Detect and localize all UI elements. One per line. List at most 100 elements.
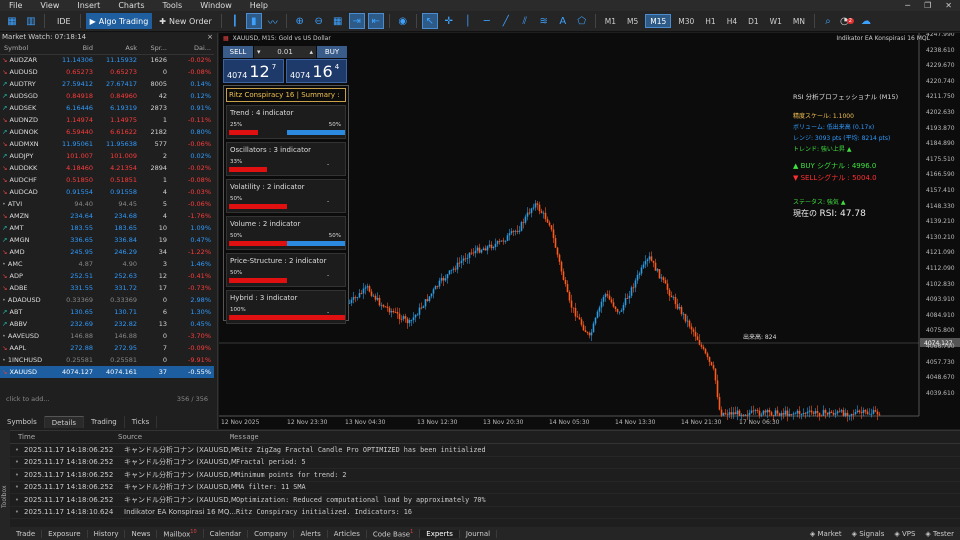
- toolbox-side-label[interactable]: Toolbox: [0, 430, 10, 540]
- table-row[interactable]: ↗ ABBV 232.69 232.82 13 0.45%: [0, 318, 214, 330]
- journal-row[interactable]: • 2025.11.17 14:18:06.252 キャンドル分析コナン (XAUU…: [10, 482, 960, 494]
- table-row[interactable]: ↗ AMT 183.55 183.65 10 1.09%: [0, 222, 214, 234]
- account-icon[interactable]: ☁: [858, 13, 874, 29]
- timeframe-h1[interactable]: H1: [701, 14, 719, 28]
- menu-tools[interactable]: Tools: [153, 1, 191, 10]
- menu-view[interactable]: View: [31, 1, 68, 10]
- chart-window[interactable]: 出来高: 824 4074.127 ▦ XAUUSD, M15: Gold vs U…: [219, 33, 960, 429]
- table-row[interactable]: ↘ AUDNZD 1.14974 1.14975 1 -0.11%: [0, 114, 214, 126]
- alerts-icon[interactable]: ◔ 2: [839, 13, 855, 29]
- table-row[interactable]: • AAVEUSD 146.88 146.88 0 -3.70%: [0, 330, 214, 342]
- chart-shift-icon[interactable]: ⇤: [367, 13, 384, 29]
- autoscroll-icon[interactable]: ⇥: [348, 13, 365, 29]
- lot-size-input[interactable]: ▾ 0.01 ▴: [254, 46, 316, 58]
- tab-trading[interactable]: Trading: [84, 416, 125, 428]
- restore-icon[interactable]: ❐: [924, 1, 931, 10]
- menu-charts[interactable]: Charts: [109, 1, 153, 10]
- vertical-line-icon[interactable]: │: [460, 13, 476, 29]
- column-symbol[interactable]: Symbol: [0, 43, 52, 55]
- tab-articles[interactable]: Articles: [328, 529, 367, 538]
- journal-row[interactable]: • 2025.11.17 14:18:06.252 キャンドル分析コナン (XAUU…: [10, 444, 960, 457]
- tab-ticks[interactable]: Ticks: [125, 416, 158, 428]
- timeframe-m30[interactable]: M30: [674, 14, 698, 28]
- tab-mailbox[interactable]: Mailbox10: [157, 528, 204, 539]
- bar-chart-icon[interactable]: ┃: [227, 13, 243, 29]
- table-row[interactable]: ↗ AUDJPY 101.007 101.009 2 0.02%: [0, 150, 214, 162]
- table-row[interactable]: ↘ AUDMXN 11.95061 11.95638 577 -0.06%: [0, 138, 214, 150]
- table-row[interactable]: ↗ ABT 130.65 130.71 6 1.30%: [0, 306, 214, 318]
- channel-icon[interactable]: ⫽: [517, 13, 533, 29]
- algo-trading-button[interactable]: ▶ Algo Trading: [85, 13, 153, 29]
- trend-line-icon[interactable]: ╱: [498, 13, 514, 29]
- chart-type-icon[interactable]: ▥: [23, 13, 39, 29]
- add-symbol-link[interactable]: click to add...: [6, 395, 50, 407]
- table-row[interactable]: ↗ AUDNOK 6.59440 6.61622 2182 0.80%: [0, 126, 214, 138]
- table-row[interactable]: ↗ AUDTRY 27.59412 27.67417 8005 0.14%: [0, 78, 214, 90]
- table-row[interactable]: ↘ AUDCAD 0.91554 0.91558 4 -0.03%: [0, 186, 214, 198]
- tab-experts[interactable]: Experts: [420, 529, 460, 538]
- journal-row[interactable]: • 2025.11.17 14:18:06.252 キャンドル分析コナン (XAUU…: [10, 494, 960, 507]
- crosshair-icon[interactable]: ✛: [441, 13, 457, 29]
- table-row[interactable]: ↘ AAPL 272.88 272.95 7 -0.09%: [0, 342, 214, 354]
- sell-button[interactable]: SELL: [223, 46, 253, 58]
- screenshot-icon[interactable]: ◉: [395, 13, 411, 29]
- close-icon[interactable]: ✕: [945, 1, 952, 10]
- timeframe-m15[interactable]: M15: [645, 14, 672, 28]
- tab-journal[interactable]: Journal: [460, 529, 498, 538]
- table-row[interactable]: ↘ AUDZAR 11.14306 11.15932 1626 -0.02%: [0, 54, 214, 66]
- journal-row[interactable]: • 2025.11.17 14:18:06.252 キャンドル分析コナン (XAUU…: [10, 457, 960, 469]
- fibo-icon[interactable]: ≋: [536, 13, 552, 29]
- link-signals[interactable]: ◈ Signals: [852, 530, 885, 538]
- zoom-out-icon[interactable]: ⊖: [311, 13, 327, 29]
- table-row[interactable]: ↘ ADBE 331.55 331.72 17 -0.73%: [0, 282, 214, 294]
- table-row[interactable]: ↗ AMGN 336.65 336.84 19 0.47%: [0, 234, 214, 246]
- menu-insert[interactable]: Insert: [68, 1, 109, 10]
- timeframe-h4[interactable]: H4: [723, 14, 741, 28]
- table-row[interactable]: • AMC 4.87 4.90 3 1.46%: [0, 258, 214, 270]
- table-row[interactable]: • ADADUSD 0.33369 0.33369 0 2.98%: [0, 294, 214, 306]
- table-row[interactable]: • 1INCHUSD 0.25581 0.25581 0 -9.91%: [0, 354, 214, 366]
- tab-symbols[interactable]: Symbols: [0, 416, 45, 428]
- tab-alerts[interactable]: Alerts: [294, 529, 328, 538]
- tab-calendar[interactable]: Calendar: [204, 529, 249, 538]
- sell-price-box[interactable]: 4074 12 7: [223, 59, 284, 83]
- grid-icon[interactable]: ▦: [330, 13, 346, 29]
- table-row[interactable]: ↘ AMZN 234.64 234.68 4 -1.76%: [0, 210, 214, 222]
- table-row[interactable]: • ATVI 94.40 94.45 5 -0.06%: [0, 198, 214, 210]
- tab-details[interactable]: Details: [44, 416, 85, 428]
- journal-row[interactable]: • 2025.11.17 14:18:06.252 キャンドル分析コナン (XAUU…: [10, 469, 960, 482]
- table-row[interactable]: ↘ AUDCHF 0.51850 0.51851 1 -0.08%: [0, 174, 214, 186]
- column-spr[interactable]: Spr...: [140, 43, 170, 55]
- new-order-button[interactable]: ✚ New Order: [155, 13, 215, 29]
- timeframe-mn[interactable]: MN: [789, 14, 809, 28]
- zoom-in-icon[interactable]: ⊕: [292, 13, 308, 29]
- column-dai[interactable]: Dai...: [170, 43, 214, 55]
- text-icon[interactable]: A: [555, 13, 571, 29]
- minimize-icon[interactable]: ─: [905, 1, 910, 10]
- column-bid[interactable]: Bid: [52, 43, 96, 55]
- ide-button[interactable]: IDE: [50, 13, 75, 29]
- link-tester[interactable]: ◈ Tester: [925, 530, 954, 538]
- table-row[interactable]: ↘ AUDUSD 0.65273 0.65273 0 -0.08%: [0, 66, 214, 78]
- tab-code-base[interactable]: Code Base1: [367, 528, 421, 539]
- close-icon[interactable]: ×: [207, 33, 213, 43]
- buy-button[interactable]: BUY: [317, 46, 347, 58]
- journal-row[interactable]: • 2025.11.17 14:18:10.624 Indikator EA Kon…: [10, 507, 960, 519]
- line-chart-icon[interactable]: 〰: [265, 13, 281, 29]
- shapes-icon[interactable]: ⬠: [574, 13, 590, 29]
- link-vps[interactable]: ◈ VPS: [894, 530, 915, 538]
- table-row[interactable]: ↘ AUDDKK 4.18460 4.21354 2894 -0.02%: [0, 162, 214, 174]
- table-row[interactable]: ↘ ADP 252.51 252.63 12 -0.41%: [0, 270, 214, 282]
- timeframe-w1[interactable]: W1: [766, 14, 786, 28]
- timeframe-m1[interactable]: M1: [601, 14, 620, 28]
- column-source[interactable]: Source: [118, 433, 230, 441]
- timeframe-m5[interactable]: M5: [623, 14, 642, 28]
- search-icon[interactable]: ⌕: [820, 13, 836, 29]
- horizontal-line-icon[interactable]: ─: [479, 13, 495, 29]
- candle-chart-icon[interactable]: ▮: [245, 13, 262, 29]
- tab-history[interactable]: History: [88, 529, 126, 538]
- timeframe-d1[interactable]: D1: [744, 14, 763, 28]
- tab-exposure[interactable]: Exposure: [42, 529, 88, 538]
- menu-file[interactable]: File: [0, 1, 31, 10]
- buy-price-box[interactable]: 4074 16 4: [286, 59, 347, 83]
